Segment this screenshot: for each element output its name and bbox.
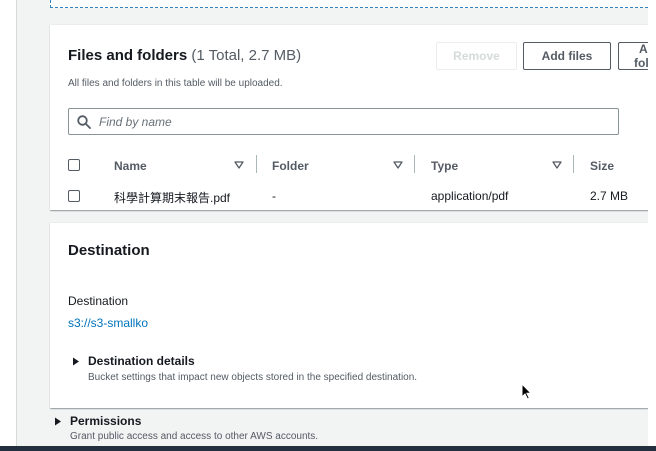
upload-drop-zone[interactable] (50, 0, 648, 8)
column-divider[interactable] (414, 155, 415, 173)
caret-right-icon (55, 417, 61, 425)
file-name-cell: 科學計算期末報告.pdf (114, 191, 231, 205)
select-all-checkbox[interactable] (68, 159, 80, 171)
destination-label: Destination (68, 294, 129, 308)
sort-caret-icon[interactable] (393, 160, 403, 170)
permissions-description: Grant public access and access to other … (70, 431, 319, 442)
row-checkbox[interactable] (68, 190, 80, 202)
remove-button[interactable]: Remove (436, 42, 517, 70)
file-size-cell: 2.7 MB (590, 189, 629, 203)
caret-right-icon (73, 357, 79, 365)
files-and-folders-panel: Files and folders (1 Total, 2.7 MB) All … (50, 24, 656, 210)
column-header-name[interactable]: Name (114, 159, 147, 173)
column-header-size[interactable]: Size (590, 159, 614, 173)
column-header-folder[interactable]: Folder (272, 159, 309, 173)
search-field[interactable] (68, 108, 619, 135)
window-right-edge (648, 0, 656, 451)
add-files-button[interactable]: Add files (523, 42, 611, 70)
column-header-type[interactable]: Type (431, 159, 458, 173)
files-panel-title: Files and folders (1 Total, 2.7 MB) (68, 47, 301, 64)
files-count: (1 Total, 2.7 MB) (191, 47, 302, 64)
destination-bucket-link[interactable]: s3://s3-smallko (68, 316, 148, 330)
destination-details-label[interactable]: Destination details (88, 354, 195, 368)
window-left-edge (0, 0, 17, 451)
column-divider[interactable] (573, 155, 574, 173)
destination-details-description: Bucket settings that impact new objects … (88, 372, 418, 383)
column-divider[interactable] (256, 155, 257, 173)
destination-details-expander[interactable]: Destination details (72, 354, 195, 368)
files-panel-description: All files and folders in this table will… (68, 78, 283, 89)
file-folder-cell: - (272, 189, 276, 203)
file-type-cell: application/pdf (431, 189, 509, 203)
destination-panel: Destination Destination s3://s3-smallko … (50, 222, 648, 408)
permissions-label[interactable]: Permissions (70, 414, 141, 428)
destination-panel-title: Destination (68, 242, 150, 259)
files-panel-title-text: Files and folders (68, 47, 188, 64)
taskbar-strip (0, 446, 656, 451)
sort-caret-icon[interactable] (234, 160, 244, 170)
permissions-expander[interactable]: Permissions (54, 414, 141, 428)
search-input[interactable] (99, 114, 579, 129)
sort-caret-icon[interactable] (552, 160, 562, 170)
search-icon (77, 114, 91, 129)
mouse-pointer-icon (521, 383, 532, 400)
